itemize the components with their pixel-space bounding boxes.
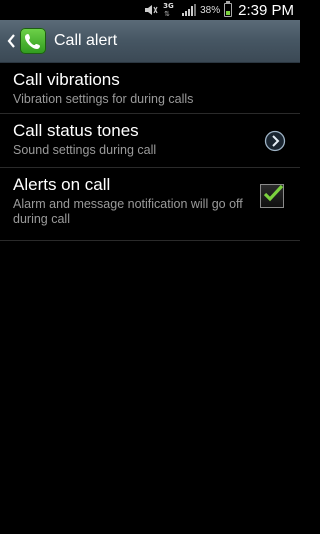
signal-icon [182,4,197,16]
setting-subtitle: Vibration settings for during calls [13,92,194,106]
setting-title: Alerts on call [13,175,111,194]
battery-icon [224,1,233,17]
chevron-right-icon [264,130,286,152]
status-bar: 3G ⇅ 38% 2:39 PM [0,0,300,20]
mute-icon [145,5,158,15]
network-label: 3G [163,2,174,10]
setting-subtitle: Sound settings during call [13,143,157,157]
settings-list: Call vibrations Vibration settings for d… [0,63,300,241]
chevron-left-icon [7,34,15,48]
back-button[interactable] [4,20,18,62]
clock: 2:39 PM [238,1,294,19]
setting-title: Call vibrations [13,70,120,89]
network-3g-icon: 3G ⇅ [163,2,174,18]
status-icons: 3G ⇅ 38% 2:39 PM [144,0,294,20]
setting-title: Call status tones [13,121,139,140]
checkmark-icon [263,184,284,202]
action-bar: Call alert [0,20,300,63]
phone-icon[interactable] [20,28,46,54]
setting-call-status-tones[interactable]: Call status tones Sound settings during … [0,114,300,168]
page-title: Call alert [54,32,118,49]
setting-call-vibrations[interactable]: Call vibrations Vibration settings for d… [0,63,300,114]
phone-glyph [25,34,40,49]
setting-subtitle: Alarm and message notification will go o… [13,197,243,226]
alerts-on-call-checkbox[interactable] [260,184,284,208]
setting-alerts-on-call[interactable]: Alerts on call Alarm and message notific… [0,168,300,241]
battery-percent: 38% [200,4,221,16]
